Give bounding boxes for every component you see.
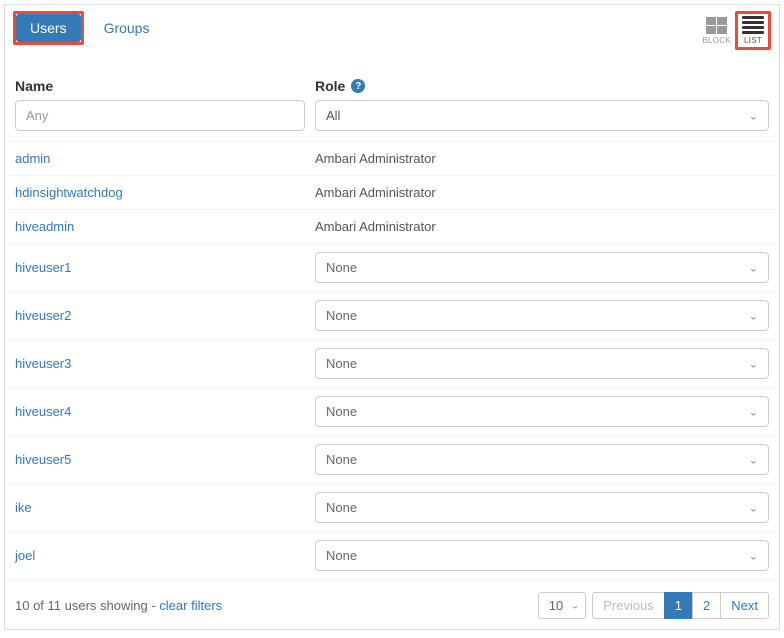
role-select-value: None — [326, 260, 357, 275]
block-icon — [706, 17, 727, 34]
pagination-status: 10 of 11 users showing - clear filters — [15, 598, 222, 613]
role-select-value: None — [326, 404, 357, 419]
role-select[interactable]: None ⌄ — [315, 444, 769, 475]
highlight-users-tab: Users — [13, 11, 84, 45]
column-role-header: Role — [315, 78, 345, 94]
role-select[interactable]: None ⌄ — [315, 300, 769, 331]
role-select-value: None — [326, 548, 357, 563]
table-row: joel None ⌄ — [5, 532, 779, 580]
page-size-select[interactable]: 10 ⌄ — [538, 592, 586, 619]
table-row: hiveuser5 None ⌄ — [5, 436, 779, 484]
pagination-page-1[interactable]: 1 — [664, 592, 693, 619]
role-text: Ambari Administrator — [315, 185, 769, 200]
table-row: adminAmbari Administrator — [5, 142, 779, 176]
users-table: adminAmbari Administratorhdinsightwatchd… — [5, 141, 779, 580]
role-select-value: None — [326, 452, 357, 467]
view-toggle: BLOCK LIST — [698, 11, 771, 50]
tab-bar: Users Groups — [13, 11, 163, 45]
role-text: Ambari Administrator — [315, 151, 769, 166]
user-name-link[interactable]: hdinsightwatchdog — [15, 185, 315, 200]
page-size-value: 10 — [549, 598, 563, 613]
view-block-label: BLOCK — [702, 36, 731, 45]
user-name-link[interactable]: ike — [15, 500, 315, 515]
role-select[interactable]: None ⌄ — [315, 252, 769, 283]
chevron-down-icon: ⌄ — [749, 453, 758, 466]
table-row: hiveuser4 None ⌄ — [5, 388, 779, 436]
info-icon[interactable]: ? — [351, 79, 365, 93]
tab-users[interactable]: Users — [16, 14, 81, 42]
table-row: hiveuser3 None ⌄ — [5, 340, 779, 388]
clear-filters-link[interactable]: clear filters — [159, 598, 222, 613]
role-select[interactable]: None ⌄ — [315, 396, 769, 427]
table-row: hiveuser1 None ⌄ — [5, 244, 779, 292]
user-name-link[interactable]: joel — [15, 548, 315, 563]
table-row: hiveadminAmbari Administrator — [5, 210, 779, 244]
chevron-down-icon: ⌄ — [749, 549, 758, 562]
pagination-next[interactable]: Next — [720, 592, 769, 619]
tab-groups[interactable]: Groups — [90, 14, 164, 42]
user-name-link[interactable]: admin — [15, 151, 315, 166]
filter-role-value: All — [326, 108, 340, 123]
view-list-button[interactable]: LIST — [738, 14, 768, 47]
highlight-list-view: LIST — [735, 11, 771, 50]
role-select[interactable]: None ⌄ — [315, 540, 769, 571]
showing-text: 10 of 11 users showing - — [15, 598, 159, 613]
pagination-page-2[interactable]: 2 — [692, 592, 721, 619]
role-select[interactable]: None ⌄ — [315, 492, 769, 523]
role-select-value: None — [326, 356, 357, 371]
filter-role-select[interactable]: All ⌄ — [315, 100, 769, 131]
table-row: hiveuser2 None ⌄ — [5, 292, 779, 340]
table-row: hdinsightwatchdogAmbari Administrator — [5, 176, 779, 210]
pagination: Previous 1 2 Next — [592, 592, 769, 619]
chevron-down-icon: ⌄ — [749, 357, 758, 370]
user-name-link[interactable]: hiveuser4 — [15, 404, 315, 419]
role-select[interactable]: None ⌄ — [315, 348, 769, 379]
role-text: Ambari Administrator — [315, 219, 769, 234]
table-row: ike None ⌄ — [5, 484, 779, 532]
filter-name-input[interactable] — [15, 100, 305, 131]
chevron-down-icon: ⌄ — [749, 309, 758, 322]
user-name-link[interactable]: hiveuser5 — [15, 452, 315, 467]
chevron-down-icon: ⌄ — [749, 405, 758, 418]
view-block-button[interactable]: BLOCK — [698, 15, 735, 47]
column-name-header: Name — [15, 78, 53, 94]
view-list-label: LIST — [744, 36, 762, 45]
user-name-link[interactable]: hiveuser3 — [15, 356, 315, 371]
user-name-link[interactable]: hiveuser2 — [15, 308, 315, 323]
chevron-down-icon: ⌄ — [749, 261, 758, 274]
role-select-value: None — [326, 500, 357, 515]
list-icon — [742, 16, 764, 34]
pagination-previous[interactable]: Previous — [592, 592, 665, 619]
user-name-link[interactable]: hiveadmin — [15, 219, 315, 234]
chevron-down-icon: ⌄ — [749, 501, 758, 514]
chevron-down-icon: ⌄ — [749, 109, 758, 122]
user-name-link[interactable]: hiveuser1 — [15, 260, 315, 275]
role-select-value: None — [326, 308, 357, 323]
chevron-down-icon: ⌄ — [571, 600, 579, 611]
